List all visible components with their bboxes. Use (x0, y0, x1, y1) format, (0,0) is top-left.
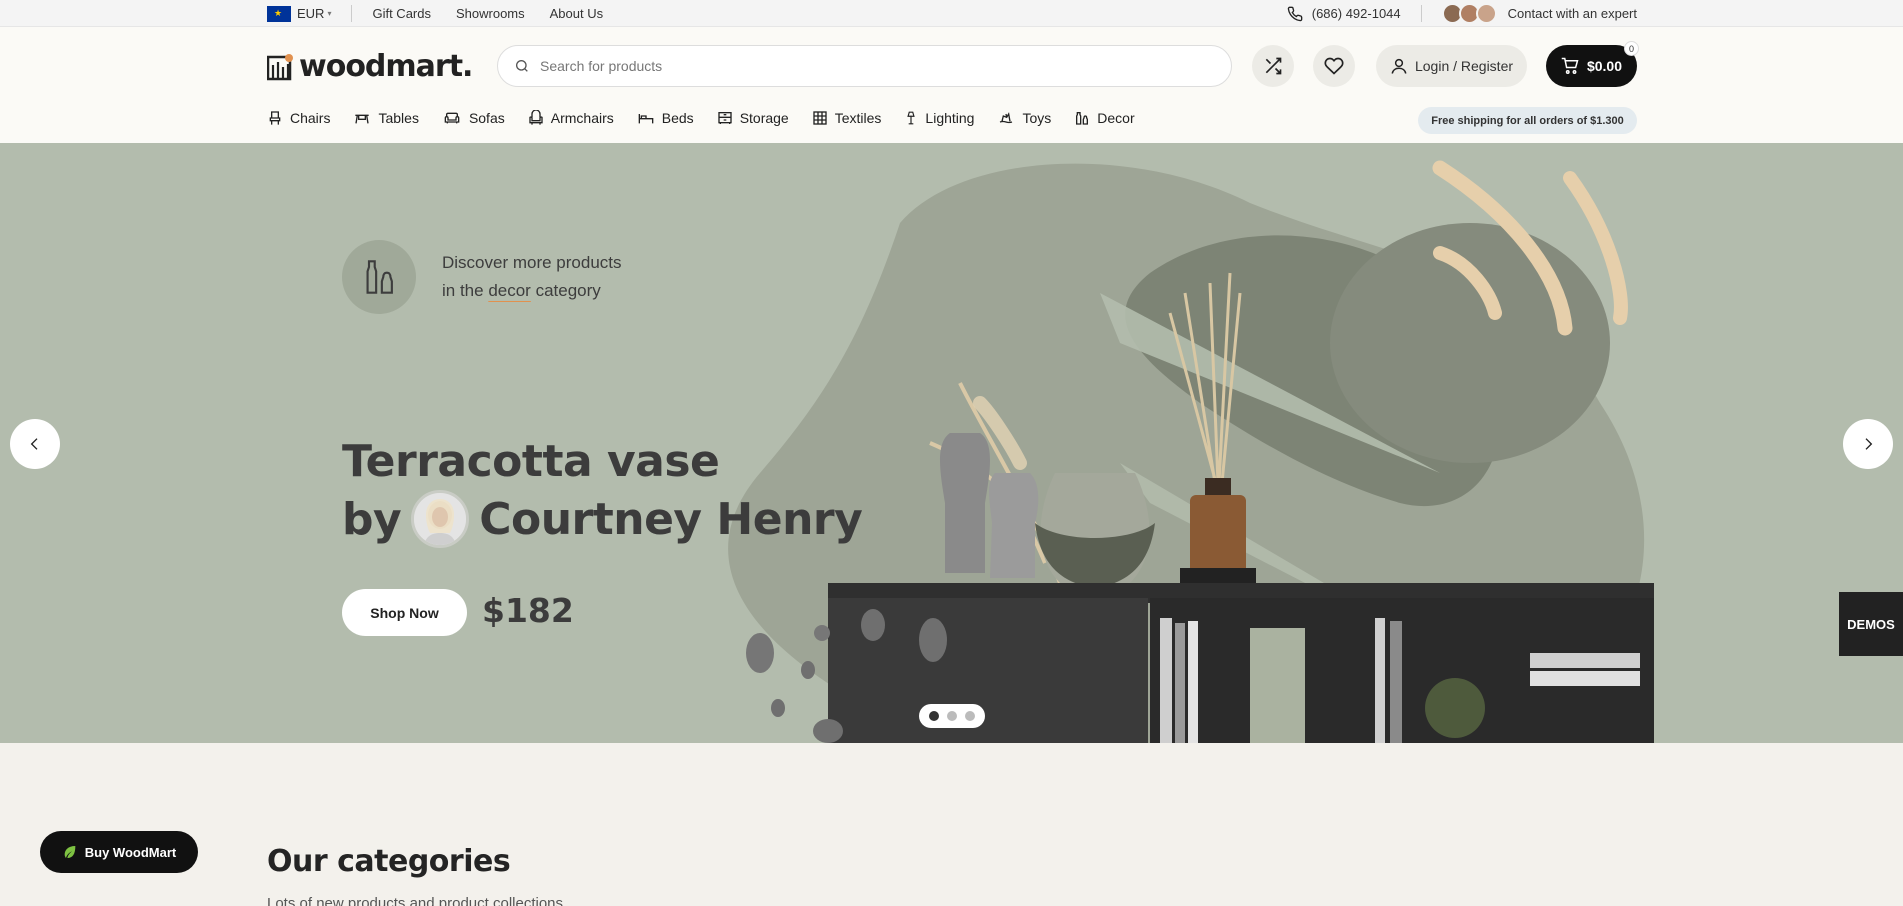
shuffle-icon (1265, 57, 1282, 75)
menu-item-label: Beds (661, 110, 694, 126)
textiles-icon (813, 111, 827, 125)
product-price: $182 (482, 591, 574, 630)
search-bar[interactable] (497, 45, 1232, 87)
contact-expert-link[interactable]: Contact with an expert (1508, 6, 1637, 21)
discover-line-1: Discover more products (442, 253, 622, 272)
decor-icon (1076, 112, 1089, 125)
section-title: Our categories (267, 844, 511, 879)
chair-icon (269, 111, 281, 125)
currency-label: EUR (297, 6, 325, 21)
menu-item-label: Chairs (290, 110, 331, 126)
armchair-icon (529, 110, 543, 125)
menu-item-toys[interactable]: Toys (997, 110, 1051, 126)
decor-vases-icon (342, 240, 416, 314)
chevron-right-icon (1865, 438, 1873, 450)
user-icon (1391, 58, 1407, 74)
logo-text: woodmart. (299, 49, 473, 84)
discover-line-2-pre: in the (442, 281, 489, 300)
menu-item-textiles[interactable]: Textiles (812, 110, 882, 126)
top-bar: EUR ▾ Gift Cards Showrooms About Us (686… (0, 0, 1903, 27)
hero-title-author: Courtney Henry (479, 493, 863, 545)
divider (351, 5, 353, 22)
divider (1420, 5, 1422, 22)
menu-item-sofas[interactable]: Sofas (442, 110, 505, 126)
slider-dot[interactable] (947, 711, 957, 721)
discover-text: Discover more products in the decor cate… (442, 249, 622, 305)
showrooms-link[interactable]: Showrooms (456, 6, 525, 21)
buy-woodmart-button[interactable]: Buy WoodMart (40, 831, 198, 873)
section-subtitle: Lots of new products and product collect… (267, 895, 568, 906)
about-us-link[interactable]: About Us (550, 6, 603, 21)
search-input[interactable] (540, 58, 1190, 74)
hero-title-line-2: by Courtney Henry (342, 490, 863, 548)
chevron-left-icon (30, 438, 38, 450)
phone-number-link[interactable]: (686) 492-1044 (1312, 6, 1401, 21)
slider-dot[interactable] (965, 711, 975, 721)
wishlist-button[interactable] (1313, 45, 1355, 87)
menu-item-label: Armchairs (550, 110, 614, 126)
gift-cards-link[interactable]: Gift Cards (372, 6, 431, 21)
cart-button[interactable]: $0.00 0 (1546, 41, 1639, 87)
header: woodmart. Login / Register $0.00 0 Chair… (0, 27, 1903, 143)
bed-icon (638, 114, 654, 124)
slider-pagination (919, 704, 985, 728)
cart-total: $0.00 (1586, 58, 1623, 74)
menu-item-lighting[interactable]: Lighting (904, 110, 974, 126)
search-icon (516, 59, 528, 72)
hero-product-image (728, 160, 1654, 743)
next-slide-button[interactable] (1843, 419, 1893, 469)
prev-slide-button[interactable] (10, 419, 60, 469)
menu-item-label: Tables (378, 110, 419, 126)
free-shipping-badge: Free shipping for all orders of $1.300 (1418, 107, 1637, 134)
menu-item-tables[interactable]: Tables (353, 110, 419, 126)
chevron-down-icon: ▾ (327, 9, 332, 18)
sofa-icon (444, 112, 460, 124)
avatar (1475, 3, 1497, 24)
woodmart-logo-icon (267, 53, 293, 80)
menu-item-chairs[interactable]: Chairs (267, 110, 330, 126)
hero-title-by: by (342, 493, 402, 545)
cart-icon (1561, 57, 1579, 74)
menu-item-label: Textiles (834, 110, 882, 126)
phone-icon (1287, 6, 1303, 21)
cart-count-badge: 0 (1624, 41, 1639, 56)
menu-item-label: Lighting (925, 110, 975, 126)
eu-flag-icon (267, 5, 291, 22)
storage-icon (718, 112, 732, 124)
shop-now-button[interactable]: Shop Now (342, 589, 467, 636)
demos-button[interactable]: DEMOS (1839, 592, 1903, 656)
menu-item-label: Sofas (468, 110, 505, 126)
buy-woodmart-label: Buy WoodMart (84, 844, 177, 860)
heart-icon (1324, 57, 1344, 75)
login-label: Login / Register (1414, 58, 1514, 74)
login-register-button[interactable]: Login / Register (1376, 45, 1527, 87)
slider-dot[interactable] (929, 711, 939, 721)
discover-line-2-post: category (530, 281, 601, 300)
logo[interactable]: woodmart. (267, 49, 473, 84)
hero-title-line-1: Terracotta vase (342, 436, 720, 487)
toy-icon (1000, 112, 1013, 124)
author-avatar (411, 490, 470, 548)
hero-title: Terracotta vase by Courtney Henry (342, 433, 863, 548)
compare-button[interactable] (1252, 45, 1294, 87)
discover-line-2: in the decor category (442, 277, 622, 305)
menu-item-label: Toys (1022, 110, 1052, 126)
hero-slider: Discover more products in the decor cate… (0, 143, 1903, 743)
menu-item-beds[interactable]: Beds (637, 110, 694, 126)
discover-decor-promo[interactable]: Discover more products in the decor cate… (342, 240, 622, 314)
menu-item-decor[interactable]: Decor (1074, 110, 1135, 126)
experts-avatars (1441, 3, 1497, 24)
menu-item-armchairs[interactable]: Armchairs (528, 110, 614, 126)
decor-category-link[interactable]: decor (488, 281, 531, 300)
currency-switcher[interactable]: EUR ▾ (267, 5, 332, 22)
menu-item-label: Storage (739, 110, 789, 126)
leaf-icon (64, 846, 76, 858)
table-icon (355, 114, 370, 124)
lamp-icon (907, 111, 916, 125)
menu-item-storage[interactable]: Storage (717, 110, 789, 126)
menu-item-label: Decor (1097, 110, 1135, 126)
main-menu: Chairs Tables Sofas Armchairs Beds Stora… (267, 110, 1158, 126)
